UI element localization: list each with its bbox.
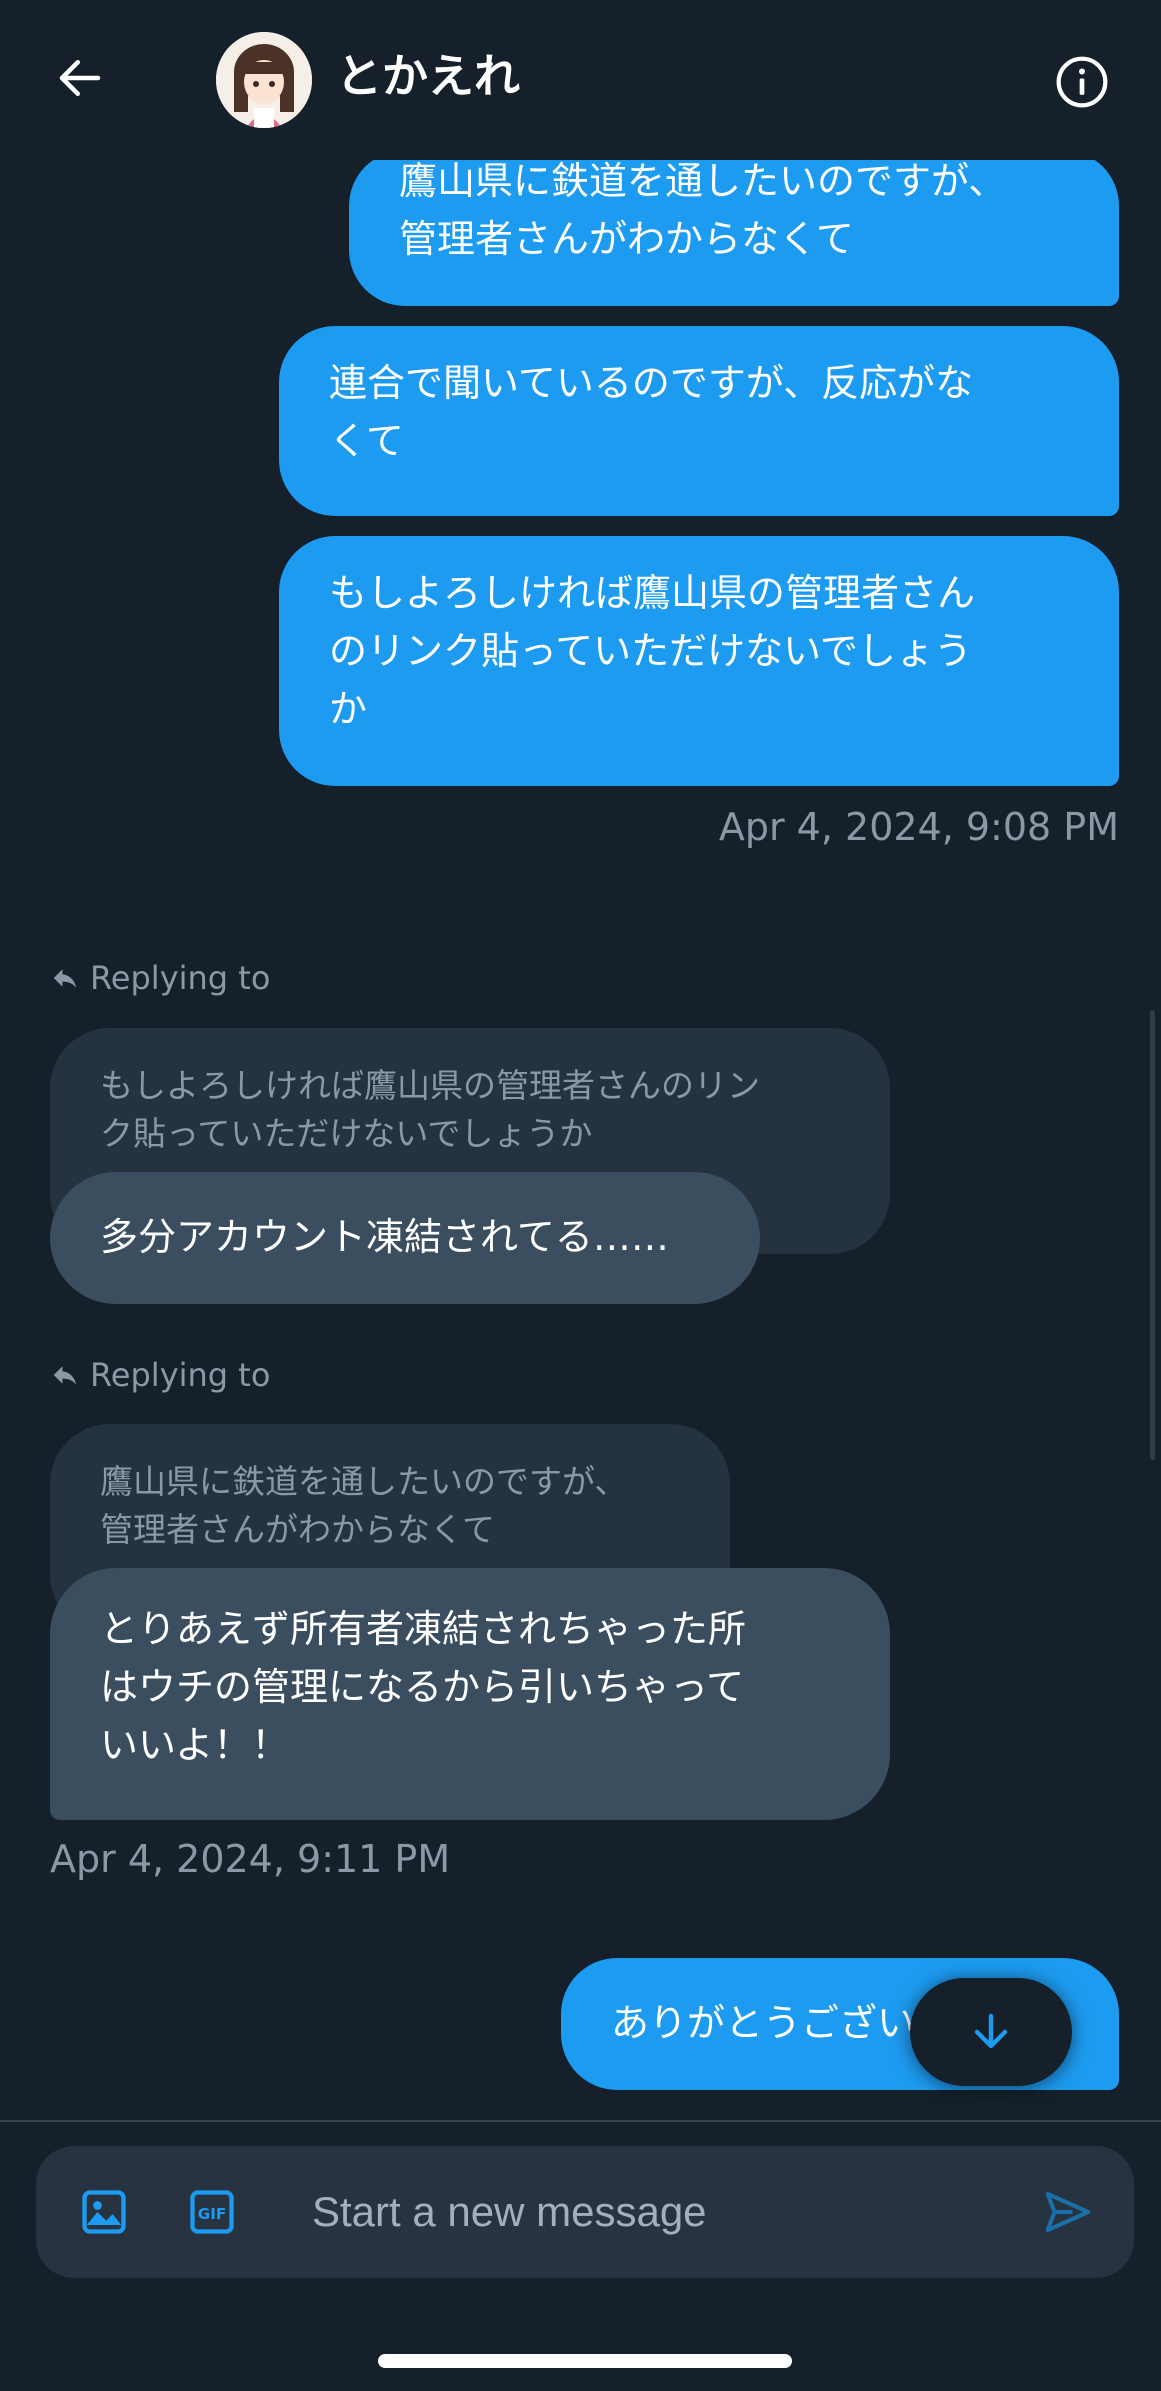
gif-button[interactable]: GIF [180, 2180, 244, 2244]
info-icon [1056, 56, 1108, 108]
reply-arrow-icon [53, 969, 77, 988]
message-text: か [329, 687, 368, 731]
replying-to-text: Replying to [90, 959, 271, 997]
back-button[interactable] [48, 46, 112, 110]
conversation-header: とかえれ [0, 0, 1161, 160]
quoted-text: もしよろしければ鷹山県の管理者さんのリン [100, 1066, 760, 1105]
image-icon [82, 2190, 126, 2234]
quoted-text: ク貼っていただけないでしょうか [100, 1114, 593, 1153]
message-text: もしよろしければ鷹山県の管理者さん [329, 571, 976, 615]
info-button[interactable] [1050, 50, 1114, 114]
quoted-text: 鷹山県に鉄道を通したいのですが、 [100, 1462, 628, 1501]
arrow-left-icon [59, 60, 101, 96]
message-bubble-outgoing[interactable]: もしよろしければ鷹山県の管理者さん のリンク貼っていただけないでしょう か [279, 536, 1119, 786]
scroll-to-bottom-button[interactable] [910, 1978, 1072, 2086]
image-button[interactable] [72, 2180, 136, 2244]
send-button[interactable] [1036, 2180, 1100, 2244]
thread-scrollbar[interactable] [1150, 1010, 1155, 1460]
replying-to-label: Replying to [50, 954, 270, 1002]
message-bubble-outgoing[interactable]: 連合で聞いているのですが、反応がな くて [279, 326, 1119, 516]
gif-icon: GIF [190, 2190, 234, 2234]
quoted-text: 管理者さんがわからなくて [100, 1510, 496, 1549]
conversation-title[interactable]: とかえれ [336, 40, 520, 112]
message-text: はウチの管理になるから引いちゃって [100, 1665, 745, 1709]
message-input[interactable] [312, 2176, 1012, 2248]
message-text: いいよ！！ [100, 1723, 290, 1767]
reply-arrow-icon [53, 1366, 77, 1385]
message-text: とりあえず所有者凍結されちゃった所 [100, 1607, 747, 1651]
message-timestamp: Apr 4, 2024, 9:08 PM [718, 805, 1119, 849]
replying-to-text: Replying to [90, 1356, 271, 1394]
message-text: 連合で聞いているのですが、反応がな [329, 361, 974, 405]
send-icon [1045, 2191, 1091, 2233]
message-timestamp: Apr 4, 2024, 9:11 PM [50, 1837, 451, 1881]
message-text: 多分アカウント凍結されてる…… [100, 1215, 669, 1259]
message-bubble-incoming[interactable]: とりあえず所有者凍結されちゃった所 はウチの管理になるから引いちゃって いいよ！… [50, 1568, 890, 1820]
gif-label: GIF [198, 2205, 226, 2223]
message-text: 管理者さんがわからなくて [399, 217, 854, 261]
message-thread[interactable]: 鷹山県に鉄道を通したいのですが、 管理者さんがわからなくて 連合で聞いているので… [0, 0, 1161, 2120]
message-bubble-incoming[interactable]: 多分アカウント凍結されてる…… [50, 1172, 760, 1304]
message-text: くて [329, 419, 404, 463]
message-text: のリンク貼っていただけないでしょう [329, 629, 972, 673]
message-text: 鷹山県に鉄道を通したいのですが、 [399, 159, 1007, 203]
composer-divider [0, 2120, 1161, 2122]
message-bubble-outgoing[interactable]: 鷹山県に鉄道を通したいのですが、 管理者さんがわからなくて [349, 150, 1119, 306]
message-composer: GIF [36, 2146, 1134, 2278]
arrow-down-icon [974, 2013, 1008, 2049]
home-indicator [378, 2354, 792, 2368]
replying-to-label: Replying to [50, 1351, 270, 1399]
avatar[interactable] [216, 32, 312, 128]
